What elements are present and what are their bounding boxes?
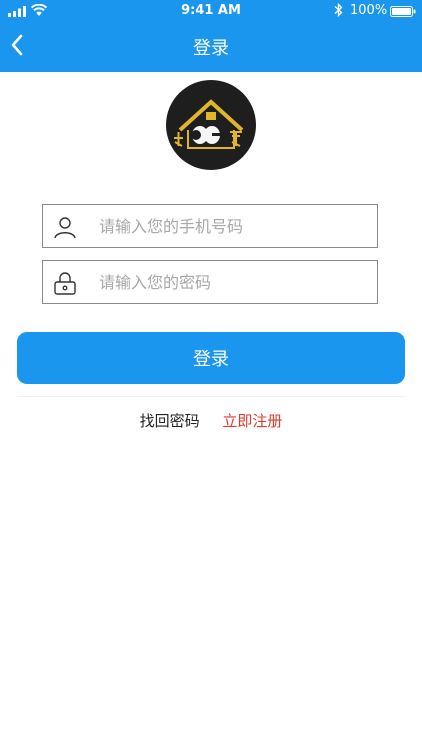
- account-links: 找回密码 立即注册: [0, 410, 422, 431]
- app-logo: [166, 80, 256, 170]
- phone-field: [42, 204, 378, 248]
- status-bar: 9:41 AM 100%: [0, 0, 422, 22]
- lock-icon: [54, 272, 76, 295]
- password-input[interactable]: [99, 261, 369, 303]
- user-icon: [54, 217, 76, 239]
- register-link[interactable]: 立即注册: [222, 412, 282, 430]
- login-button[interactable]: 登录: [17, 332, 405, 384]
- battery-icon: [390, 6, 416, 17]
- page-title: 登录: [193, 38, 229, 59]
- forgot-password-link[interactable]: 找回密码: [140, 412, 200, 430]
- nav-bar: 登录: [0, 22, 422, 72]
- divider: [17, 396, 405, 397]
- bluetooth-icon: [334, 3, 343, 17]
- header-bar: 9:41 AM 100% 登录: [0, 0, 422, 72]
- password-field: [42, 260, 378, 304]
- logo-house-graphic: [174, 99, 244, 149]
- phone-input[interactable]: [99, 205, 369, 247]
- battery-percent: 100%: [350, 3, 388, 18]
